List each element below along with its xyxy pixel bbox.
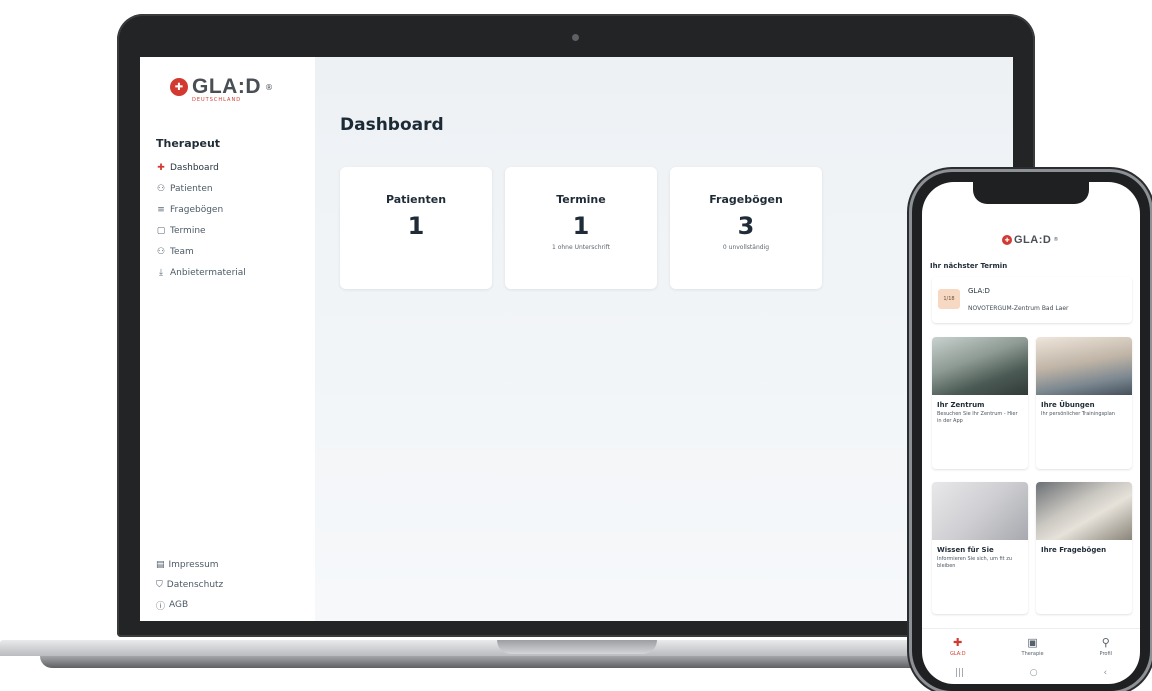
registered-mark: ®: [1053, 237, 1059, 243]
bottom-tab-bar: ✚ GLA:D ▣ Therapie ⚲ Profil: [922, 628, 1140, 663]
document-icon: ▤: [156, 560, 165, 570]
tile-title: Ihre Fragebögen: [1041, 546, 1107, 554]
tab-label: Profil: [1099, 650, 1112, 657]
tab-label: GLA:D: [949, 650, 966, 657]
questionnaire-photo: [1036, 482, 1132, 540]
card-title: Fragebögen: [709, 193, 783, 206]
tile-description: Informieren Sie sich, um fit zu bleiben: [937, 556, 1012, 569]
card-subtitle: 1 ohne Unterschrift: [551, 244, 611, 251]
tile-ihr-zentrum[interactable]: Ihr Zentrum Besuchen Sie Ihr Zentrum - H…: [932, 337, 1028, 469]
sidebar-item-patienten[interactable]: ⚇ Patienten: [156, 178, 246, 199]
card-value: 3: [737, 212, 755, 240]
sidebar-nav: ✚ Dashboard ⚇ Patienten ≡ Fragebögen ▢ T…: [156, 157, 246, 283]
tile-title: Wissen für Sie: [937, 546, 994, 554]
glad-logo-icon: ✚: [1002, 235, 1012, 245]
users-icon: ⚇: [156, 183, 166, 194]
footer-item-label: AGB: [169, 600, 189, 610]
sidebar-item-dashboard[interactable]: ✚ Dashboard: [156, 157, 246, 178]
app-logo[interactable]: ✚ GLA:D ®: [170, 75, 273, 99]
sidebar-item-anbietermaterial[interactable]: ⤓ Anbietermaterial: [156, 262, 246, 283]
card-title: Termine: [556, 193, 606, 206]
sidebar-item-termine[interactable]: ▢ Termine: [156, 220, 246, 241]
back-button[interactable]: ‹: [1103, 668, 1107, 678]
sidebar-item-label: Team: [170, 246, 194, 257]
calendar-icon: ▢: [156, 225, 166, 236]
sidebar: ✚ GLA:D ® DEUTSCHLAND Therapeut ✚ Dashbo…: [140, 57, 316, 621]
mobile-brand-name: GLA:D: [1014, 234, 1052, 246]
laptop-hinge: [497, 640, 657, 654]
mobile-app-logo: ✚ GLA:D ®: [1002, 234, 1058, 246]
laptop-camera: [572, 34, 579, 41]
footer-item-agb[interactable]: ⓘ AGB: [156, 595, 223, 615]
glad-logo-icon: ✚: [953, 635, 963, 649]
sidebar-item-label: Patienten: [170, 183, 213, 194]
glad-logo-icon: ✚: [170, 78, 188, 96]
footer-item-label: Impressum: [168, 560, 219, 570]
phone-frame: ✚ GLA:D ® Ihr nächster Termin 1/18 GLA:D…: [912, 172, 1150, 691]
exercise-photo: [1036, 337, 1132, 395]
card-value: 1: [572, 212, 590, 240]
tab-profil[interactable]: ⚲ Profil: [1100, 636, 1112, 657]
sidebar-item-label: Anbietermaterial: [170, 267, 246, 278]
sidebar-item-label: Dashboard: [170, 162, 219, 173]
tile-description: Ihr persönlicher Trainingsplan: [1041, 411, 1115, 417]
card-title: Patienten: [385, 193, 447, 206]
tile-ihre-uebungen[interactable]: Ihre Übungen Ihr persönlicher Trainingsp…: [1036, 337, 1132, 469]
glad-logo-icon: ✚: [157, 162, 165, 173]
tile-ihre-fragebogen[interactable]: Ihre Fragebögen: [1036, 482, 1132, 614]
appointment-title: GLA:D: [968, 287, 990, 295]
calendar-icon: ▣: [1027, 635, 1038, 649]
card-subtitle: 0 unvollständig: [722, 244, 770, 251]
next-appointment-card[interactable]: 1/18 GLA:D NOVOTERGUM-Zentrum Bad Laer: [932, 277, 1132, 323]
sidebar-item-fragebogen[interactable]: ≡ Fragebögen: [156, 199, 246, 220]
stat-card-termine[interactable]: Termine 1 1 ohne Unterschrift: [505, 167, 657, 289]
home-button[interactable]: ○: [1030, 668, 1038, 678]
laptop-base-bottom: [40, 656, 970, 668]
tab-glad[interactable]: ✚ GLA:D: [950, 636, 966, 657]
info-icon: ⓘ: [156, 601, 166, 612]
registered-mark: ®: [265, 82, 273, 92]
stat-card-fragebogen[interactable]: Fragebögen 3 0 unvollständig: [670, 167, 822, 289]
appointment-date: 1/18: [938, 289, 960, 309]
tile-title: Ihre Übungen: [1041, 401, 1095, 409]
sidebar-footer-nav: ▤ Impressum ⛉ Datenschutz ⓘ AGB: [156, 555, 223, 615]
sidebar-heading: Therapeut: [156, 137, 221, 150]
next-appointment-heading: Ihr nächster Termin: [930, 262, 1008, 270]
list-icon: ≡: [157, 204, 165, 215]
sidebar-item-label: Termine: [170, 225, 206, 236]
laptop-base: [0, 628, 1010, 672]
appointment-location: NOVOTERGUM-Zentrum Bad Laer: [968, 305, 1069, 312]
team-icon: ⚇: [156, 246, 166, 257]
recent-apps-button[interactable]: |||: [955, 668, 964, 678]
tab-label: Therapie: [1021, 650, 1044, 657]
lock-icon: ⛉: [156, 580, 163, 590]
footer-item-datenschutz[interactable]: ⛉ Datenschutz: [156, 575, 223, 595]
page-title: Dashboard: [340, 115, 444, 135]
top-bar: [315, 57, 1013, 96]
footer-item-impressum[interactable]: ▤ Impressum: [156, 555, 223, 575]
person-icon: ⚲: [1101, 635, 1110, 649]
laptop-screen: ✚ GLA:D ® DEUTSCHLAND Therapeut ✚ Dashbo…: [140, 57, 1013, 621]
download-icon: ⤓: [159, 267, 163, 278]
sidebar-item-label: Fragebögen: [170, 204, 224, 215]
sidebar-item-team[interactable]: ⚇ Team: [156, 241, 246, 262]
footer-item-label: Datenschutz: [166, 580, 224, 590]
stat-card-patienten[interactable]: Patienten 1: [340, 167, 492, 289]
tile-title: Ihr Zentrum: [937, 401, 985, 409]
tile-description: Besuchen Sie Ihr Zentrum - Hier in der A…: [937, 411, 1018, 424]
brand-subtitle: DEUTSCHLAND: [192, 97, 242, 103]
gym-photo: [932, 337, 1028, 395]
system-nav-bar: ||| ○ ‹: [922, 662, 1140, 684]
tab-therapie[interactable]: ▣ Therapie: [1022, 636, 1044, 657]
card-value: 1: [407, 212, 425, 240]
knowledge-photo: [932, 482, 1028, 540]
tile-wissen-fuer-sie[interactable]: Wissen für Sie Informieren Sie sich, um …: [932, 482, 1028, 614]
phone-screen: ✚ GLA:D ® Ihr nächster Termin 1/18 GLA:D…: [922, 182, 1140, 684]
brand-name: GLA:D: [192, 75, 261, 98]
phone-notch: [973, 182, 1089, 204]
